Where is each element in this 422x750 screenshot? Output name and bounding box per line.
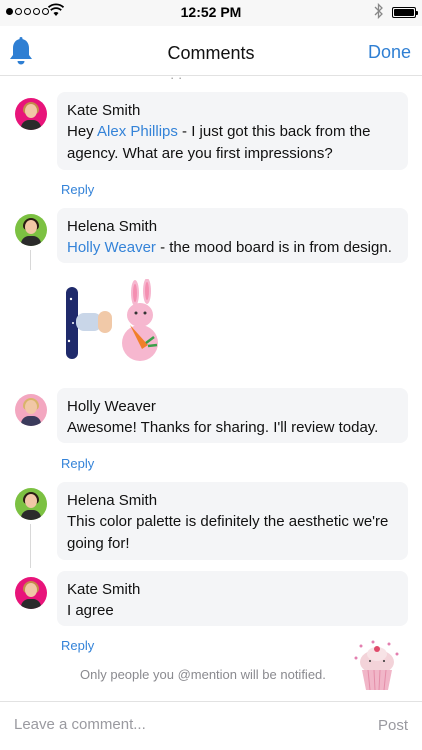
comment-author[interactable]: Kate Smith bbox=[67, 581, 398, 599]
cupcake-sticker bbox=[354, 640, 399, 691]
mention-notice: Only people you @mention will be notifie… bbox=[80, 667, 326, 682]
avatar[interactable] bbox=[15, 577, 47, 609]
comment-text-body: - the mood board is in from design. bbox=[155, 239, 392, 256]
mention-link[interactable]: Holly Weaver bbox=[67, 239, 156, 256]
page-title: Comments bbox=[167, 43, 255, 63]
bluetooth-icon bbox=[374, 3, 383, 19]
comment-bubble: Helena Smith Holly Weaver - the mood boa… bbox=[57, 208, 408, 263]
comment-text: Holly Weaver - the mood board is in from… bbox=[67, 237, 398, 259]
reply-button[interactable]: Reply bbox=[61, 182, 94, 197]
avatar[interactable] bbox=[15, 98, 47, 130]
status-time: 12:52 PM bbox=[180, 4, 242, 20]
thread-connector bbox=[30, 524, 31, 568]
previous-comment-edge: · · bbox=[170, 77, 183, 85]
comment-input[interactable] bbox=[14, 716, 344, 733]
comment-feed[interactable]: · · Kate Smith Hey Alex Phillips - I jus… bbox=[0, 77, 422, 701]
comment-author[interactable]: Kate Smith bbox=[67, 102, 398, 120]
thread-connector bbox=[30, 250, 31, 270]
comment-bubble: Kate Smith Hey Alex Phillips - I just go… bbox=[57, 92, 408, 170]
compose-bar: Post bbox=[0, 701, 422, 750]
bunny-carrot-sticker[interactable] bbox=[58, 279, 170, 367]
done-button[interactable]: Done bbox=[368, 42, 411, 63]
comment-text: Awesome! Thanks for sharing. I'll review… bbox=[67, 419, 379, 436]
comment-text: I agree bbox=[67, 602, 114, 619]
comment-text: Hey Alex Phillips - I just got this back… bbox=[67, 121, 398, 165]
comment-author[interactable]: Helena Smith bbox=[67, 492, 398, 510]
reply-button[interactable]: Reply bbox=[61, 638, 94, 653]
avatar[interactable] bbox=[15, 488, 47, 520]
comment-bubble: Helena Smith This color palette is defin… bbox=[57, 482, 408, 560]
comment-bubble: Kate Smith I agree bbox=[57, 571, 408, 626]
post-button[interactable]: Post bbox=[378, 717, 408, 734]
comment-text: This color palette is definitely the aes… bbox=[67, 513, 389, 552]
status-bar: 12:52 PM bbox=[0, 0, 422, 26]
reply-button[interactable]: Reply bbox=[61, 456, 94, 471]
comment-author[interactable]: Helena Smith bbox=[67, 218, 398, 236]
mention-link[interactable]: Alex Phillips bbox=[97, 123, 178, 140]
avatar[interactable] bbox=[15, 394, 47, 426]
battery-icon bbox=[392, 7, 418, 18]
comment-bubble: Holly Weaver Awesome! Thanks for sharing… bbox=[57, 388, 408, 443]
comment-author[interactable]: Holly Weaver bbox=[67, 398, 398, 416]
avatar[interactable] bbox=[15, 214, 47, 246]
navigation-bar: Comments Done bbox=[0, 26, 422, 76]
comment-text-prefix: Hey bbox=[67, 123, 98, 140]
